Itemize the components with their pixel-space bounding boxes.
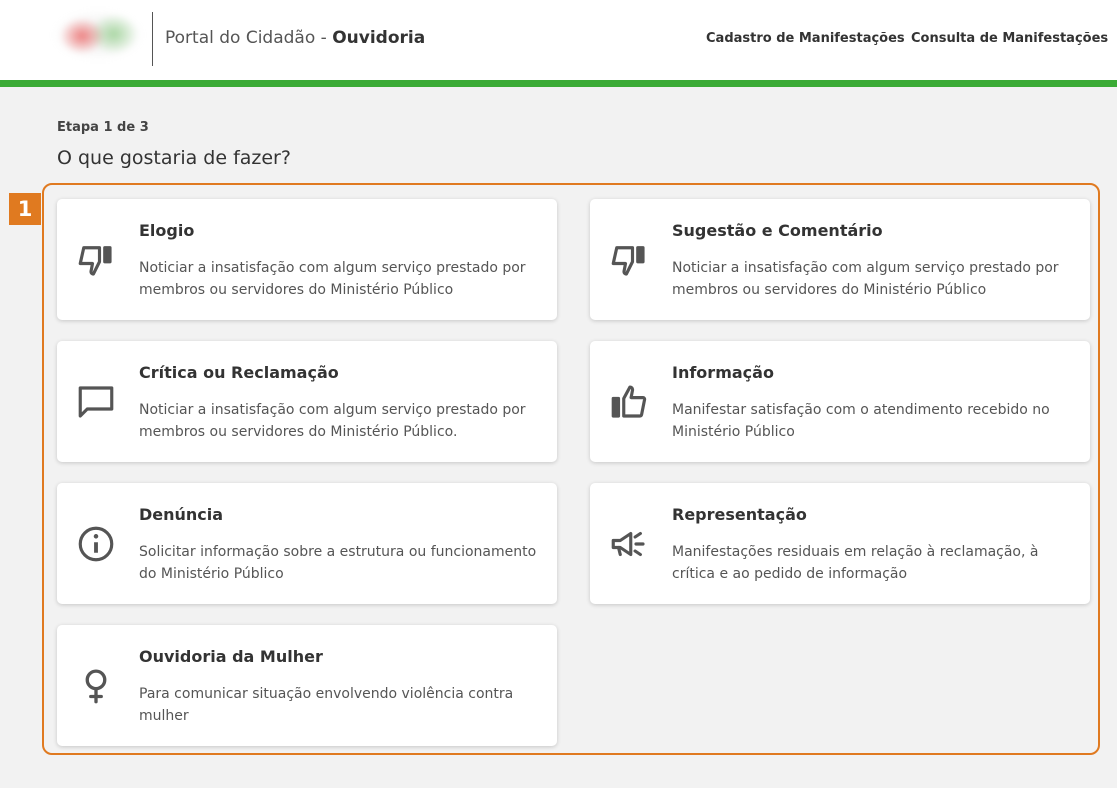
card-title: Denúncia [139,505,224,524]
card-description: Solicitar informação sobre a estrutura o… [139,544,537,582]
logo[interactable] [52,10,144,60]
card-description: Noticiar a insatisfação com algum serviç… [139,260,526,298]
step-indicator: Etapa 1 de 3 [57,120,149,135]
card-sugestao-comentario[interactable]: Sugestão e Comentário Noticiar a insatis… [590,199,1090,320]
portal-title-bold: Ouvidoria [332,28,426,48]
header-accent-bar [0,80,1117,87]
card-description: Noticiar a insatisfação com algum serviç… [672,260,1059,298]
nav-consulta-manifestacoes[interactable]: Consulta de Manifestações [911,31,1108,46]
card-title: Sugestão e Comentário [672,221,883,240]
card-description: Para comunicar situação envolvendo violê… [139,686,514,724]
card-title: Representação [672,505,807,524]
card-title: Ouvidoria da Mulher [139,647,323,666]
card-title: Crítica ou Reclamação [139,363,339,382]
chat-bubble-icon [75,381,117,423]
nav-cadastro-manifestacoes[interactable]: Cadastro de Manifestações [706,31,905,46]
portal-title-prefix: Portal do Cidadão - [165,28,333,48]
thumbs-down-icon [608,239,650,281]
card-ouvidoria-mulher[interactable]: Ouvidoria da Mulher Para comunicar situa… [57,625,557,746]
info-icon [75,523,117,565]
card-representacao[interactable]: Representação Manifestações residuais em… [590,483,1090,604]
card-informacao[interactable]: Informação Manifestar satisfação com o a… [590,341,1090,462]
header: Portal do Cidadão - Ouvidoria Cadastro d… [0,0,1117,80]
header-divider [152,12,153,66]
card-critica-reclamacao[interactable]: Crítica ou Reclamação Noticiar a insatis… [57,341,557,462]
card-description: Manifestações residuais em relação à rec… [672,544,1039,582]
card-description: Manifestar satisfação com o atendimento … [672,402,1050,440]
portal-title: Portal do Cidadão - Ouvidoria [165,28,425,48]
thumbs-up-icon [608,381,650,423]
thumbs-down-icon [75,239,117,281]
card-description: Noticiar a insatisfação com algum serviç… [139,402,526,440]
card-title: Informação [672,363,774,382]
highlight-badge: 1 [9,193,41,225]
page-question: O que gostaria de fazer? [57,147,291,169]
card-title: Elogio [139,221,195,240]
card-elogio[interactable]: Elogio Noticiar a insatisfação com algum… [57,199,557,320]
female-symbol-icon [75,665,117,707]
card-denuncia[interactable]: Denúncia Solicitar informação sobre a es… [57,483,557,604]
megaphone-icon [608,523,650,565]
